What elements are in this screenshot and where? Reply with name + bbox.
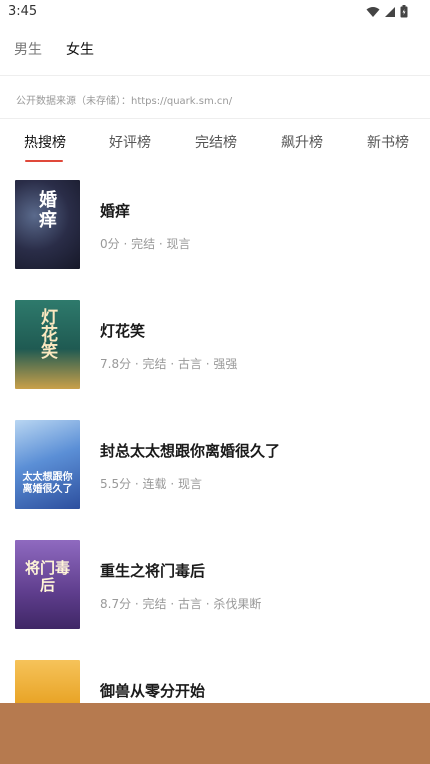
tab-completed[interactable]: 完结榜	[195, 132, 237, 152]
book-item[interactable]: 太太想跟你离婚很久了 封总太太想跟你离婚很久了 5.5分 · 连载 · 现言	[0, 420, 430, 510]
tab-new-books[interactable]: 新书榜	[367, 132, 409, 152]
book-meta: 5.5分 · 连载 · 现言	[100, 477, 202, 491]
gender-tabs: 男生 女生	[14, 39, 94, 59]
book-item[interactable]: 将门毒后 重生之将门毒后 8.7分 · 完结 · 古言 · 杀伐果断	[0, 540, 430, 630]
book-cover: 太太想跟你离婚很久了	[15, 420, 80, 509]
book-meta: 0分 · 完结 · 现言	[100, 237, 191, 251]
tab-female[interactable]: 女生	[66, 39, 94, 59]
rank-tabs: 热搜榜 好评榜 完结榜 飙升榜 新书榜	[0, 126, 430, 164]
cover-title: 将门毒后	[24, 559, 70, 594]
source-note: 公开数据来源（未存储）：https://quark.sm.cn/	[16, 96, 233, 107]
book-title: 婚痒	[100, 202, 131, 220]
divider	[0, 118, 430, 119]
signal-icon	[384, 6, 396, 18]
book-cover: 将门毒后	[15, 540, 80, 629]
bottom-overlay	[0, 703, 430, 764]
book-cover: 婚痒	[15, 180, 80, 269]
book-cover: 灯花笑	[15, 300, 80, 389]
cover-title: 灯花笑	[37, 308, 57, 359]
wifi-icon	[366, 6, 380, 18]
divider	[0, 75, 430, 76]
active-tab-indicator	[25, 160, 63, 162]
book-item[interactable]: 灯花笑 灯花笑 7.8分 · 完结 · 古言 · 强强	[0, 300, 430, 390]
book-meta: 8.7分 · 完结 · 古言 · 杀伐果断	[100, 597, 262, 611]
cover-title: 太太想跟你离婚很久了	[22, 472, 73, 495]
cover-title: 婚痒	[36, 190, 57, 230]
book-title: 灯花笑	[100, 322, 146, 340]
tab-hot-search[interactable]: 热搜榜	[24, 132, 66, 152]
book-title: 御兽从零分开始	[100, 682, 206, 700]
battery-icon	[400, 5, 408, 18]
status-icons	[366, 5, 408, 18]
book-title: 封总太太想跟你离婚很久了	[100, 442, 281, 460]
tab-male[interactable]: 男生	[14, 39, 42, 59]
book-title: 重生之将门毒后	[100, 562, 206, 580]
status-time: 3:45	[8, 4, 38, 19]
status-bar: 3:45	[0, 0, 430, 26]
book-item[interactable]: 婚痒 婚痒 0分 · 完结 · 现言	[0, 180, 430, 270]
tab-top-rated[interactable]: 好评榜	[109, 132, 151, 152]
tab-rising[interactable]: 飙升榜	[281, 132, 323, 152]
book-meta: 7.8分 · 完结 · 古言 · 强强	[100, 357, 238, 371]
